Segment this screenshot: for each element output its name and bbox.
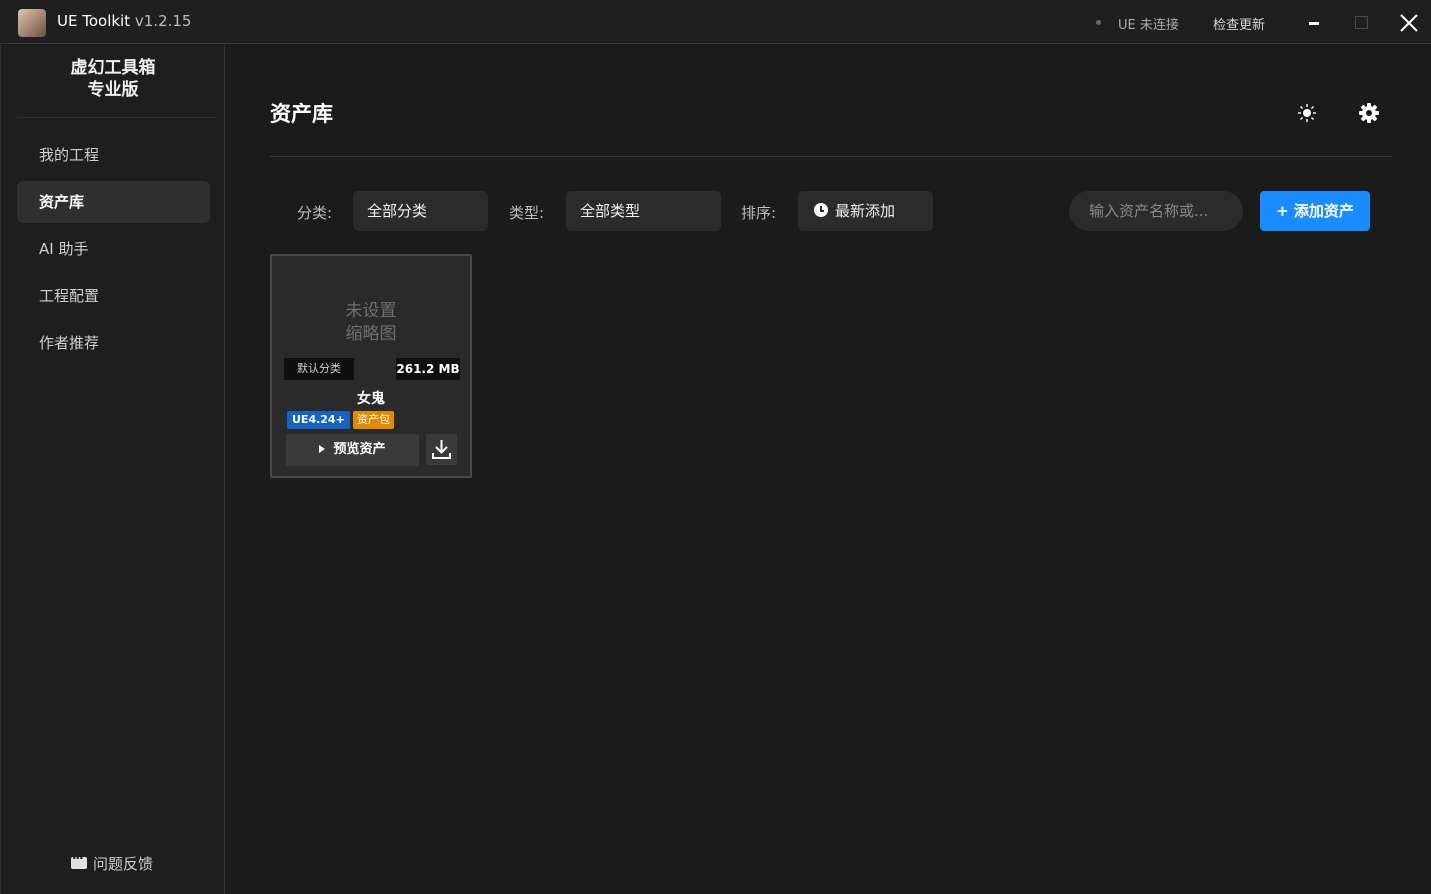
category-filter-label: 分类:: [297, 204, 333, 222]
close-icon[interactable]: [1398, 12, 1420, 34]
minimize-icon[interactable]: [1305, 16, 1323, 30]
app-version: v1.2.15: [134, 12, 192, 30]
title-bar: UE Toolkit v1.2.15 UE 未连接 检查更新: [0, 0, 1431, 44]
sidebar-item-ai-assistant[interactable]: AI 助手: [17, 228, 210, 270]
sidebar-item-my-projects[interactable]: 我的工程: [17, 134, 210, 176]
sort-select[interactable]: 最新添加: [798, 191, 933, 231]
theme-toggle-sun-icon[interactable]: [1297, 103, 1317, 123]
thumbnail-placeholder-line1: 未设置: [345, 301, 397, 321]
engine-version-tag: UE4.24+: [287, 411, 350, 429]
brand-line1: 虚幻工具箱: [70, 58, 156, 78]
sidebar-item-author-picks[interactable]: 作者推荐: [17, 322, 210, 364]
brand-line2: 专业版: [87, 80, 139, 100]
file-size-badge: 261.2 MB: [396, 358, 460, 380]
header-divider: [270, 156, 1392, 157]
feedback-label: 问题反馈: [93, 855, 154, 873]
maximize-icon[interactable]: [1354, 15, 1368, 29]
connection-status: UE 未连接: [1118, 18, 1179, 33]
sort-value: 最新添加: [835, 202, 896, 220]
asset-search-input[interactable]: [1069, 191, 1243, 231]
asset-card[interactable]: 未设置 缩略图 默认分类 261.2 MB 女鬼 UE4.24+ 资产包 预览资…: [270, 254, 472, 478]
brand-title: 虚幻工具箱 专业版: [1, 57, 225, 101]
asset-name: 女鬼: [357, 391, 385, 407]
download-button[interactable]: [426, 434, 457, 465]
app-name: UE Toolkit: [57, 12, 131, 30]
type-filter-label: 类型:: [509, 204, 545, 222]
category-badge: 默认分类: [284, 358, 354, 380]
preview-asset-button[interactable]: 预览资产: [286, 434, 419, 466]
settings-gear-icon[interactable]: [1358, 102, 1380, 124]
check-update-button[interactable]: 检查更新: [1213, 14, 1265, 33]
sidebar-item-asset-library[interactable]: 资产库: [17, 181, 210, 223]
app-title: UE Toolkit v1.2.15: [57, 12, 191, 30]
preview-asset-label: 预览资产: [333, 442, 386, 457]
thumbnail-placeholder: 未设置 缩略图: [272, 300, 470, 346]
sidebar: 虚幻工具箱 专业版 我的工程 资产库 AI 助手 工程配置 作者推荐 问题反馈: [0, 45, 225, 894]
download-icon: [432, 440, 451, 459]
connection-status-dot-icon: [1096, 20, 1101, 25]
sidebar-item-project-config[interactable]: 工程配置: [17, 275, 210, 317]
sort-label: 排序:: [741, 204, 777, 222]
app-avatar-icon: [18, 9, 46, 37]
type-select[interactable]: 全部类型: [566, 191, 721, 231]
page-title: 资产库: [270, 102, 333, 126]
clock-icon: [814, 202, 828, 217]
thumbnail-placeholder-line2: 缩略图: [345, 324, 397, 344]
feedback-button[interactable]: 问题反馈: [71, 851, 154, 874]
category-select[interactable]: 全部分类: [353, 191, 488, 231]
asset-type-tag: 资产包: [353, 411, 394, 429]
add-asset-button[interactable]: + 添加资产: [1260, 191, 1370, 231]
chat-bubble-icon: [71, 851, 87, 869]
play-icon: [319, 444, 326, 453]
sidebar-divider: [17, 117, 217, 118]
